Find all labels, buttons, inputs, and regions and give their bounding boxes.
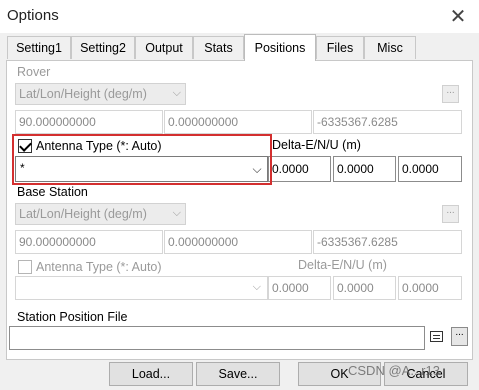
- tab-output[interactable]: Output: [135, 36, 193, 59]
- base-antenna-combo[interactable]: ⌵: [15, 276, 268, 300]
- rover-height-field[interactable]: -6335367.6285: [313, 110, 462, 134]
- base-position-type-select[interactable]: Lat/Lon/Height (deg/m) ⌵: [15, 203, 186, 225]
- base-group-label: Base Station: [17, 185, 88, 199]
- base-lon-field[interactable]: 0.000000000: [164, 230, 312, 254]
- watermark: CSDN @A...r13: [348, 363, 440, 378]
- rover-lon-field[interactable]: 0.000000000: [164, 110, 312, 134]
- chevron-down-icon[interactable]: ⌵: [253, 280, 261, 294]
- base-height-field[interactable]: -6335367.6285: [313, 230, 462, 254]
- chevron-down-icon: ⌵: [172, 206, 181, 219]
- title-bar: [0, 0, 479, 33]
- rover-lat-field[interactable]: 90.000000000: [15, 110, 163, 134]
- base-lat-field[interactable]: 90.000000000: [15, 230, 163, 254]
- file-view-icon[interactable]: [430, 331, 443, 342]
- base-delta-label: Delta-E/N/U (m): [298, 258, 387, 272]
- rover-position-type-select[interactable]: Lat/Lon/Height (deg/m) ⌵: [15, 83, 186, 105]
- chevron-down-icon: ⌵: [172, 86, 181, 99]
- base-antenna-label: Antenna Type (*: Auto): [36, 260, 162, 274]
- station-file-label: Station Position File: [17, 310, 128, 324]
- rover-position-type-value: Lat/Lon/Height (deg/m): [19, 87, 147, 101]
- base-position-type-value: Lat/Lon/Height (deg/m): [19, 207, 147, 221]
- base-position-dots-button[interactable]: ...: [442, 205, 459, 223]
- tab-positions[interactable]: Positions: [244, 34, 316, 61]
- rover-delta-u-field[interactable]: 0.0000: [398, 156, 462, 182]
- base-delta-n-field[interactable]: 0.0000: [333, 276, 396, 300]
- rover-group-label: Rover: [17, 65, 51, 79]
- tab-stats[interactable]: Stats: [193, 36, 244, 59]
- tab-setting1[interactable]: Setting1: [7, 36, 71, 59]
- rover-delta-label: Delta-E/N/U (m): [272, 138, 361, 152]
- close-icon[interactable]: ✕: [446, 4, 470, 28]
- highlight-box: [12, 134, 272, 185]
- rover-position-dots-button[interactable]: ...: [442, 85, 459, 103]
- base-delta-u-field[interactable]: 0.0000: [398, 276, 462, 300]
- window-title: Options: [7, 7, 59, 24]
- tab-files[interactable]: Files: [316, 36, 364, 59]
- rover-delta-e-field[interactable]: 0.0000: [268, 156, 331, 182]
- base-delta-e-field[interactable]: 0.0000: [268, 276, 331, 300]
- base-antenna-checkbox[interactable]: [18, 260, 32, 274]
- tab-setting2[interactable]: Setting2: [71, 36, 135, 59]
- station-file-field[interactable]: [9, 326, 425, 350]
- station-file-dots-button[interactable]: ...: [451, 327, 468, 346]
- rover-delta-n-field[interactable]: 0.0000: [333, 156, 396, 182]
- tab-misc[interactable]: Misc: [364, 36, 416, 59]
- save-button[interactable]: Save...: [196, 362, 280, 386]
- load-button[interactable]: Load...: [109, 362, 193, 386]
